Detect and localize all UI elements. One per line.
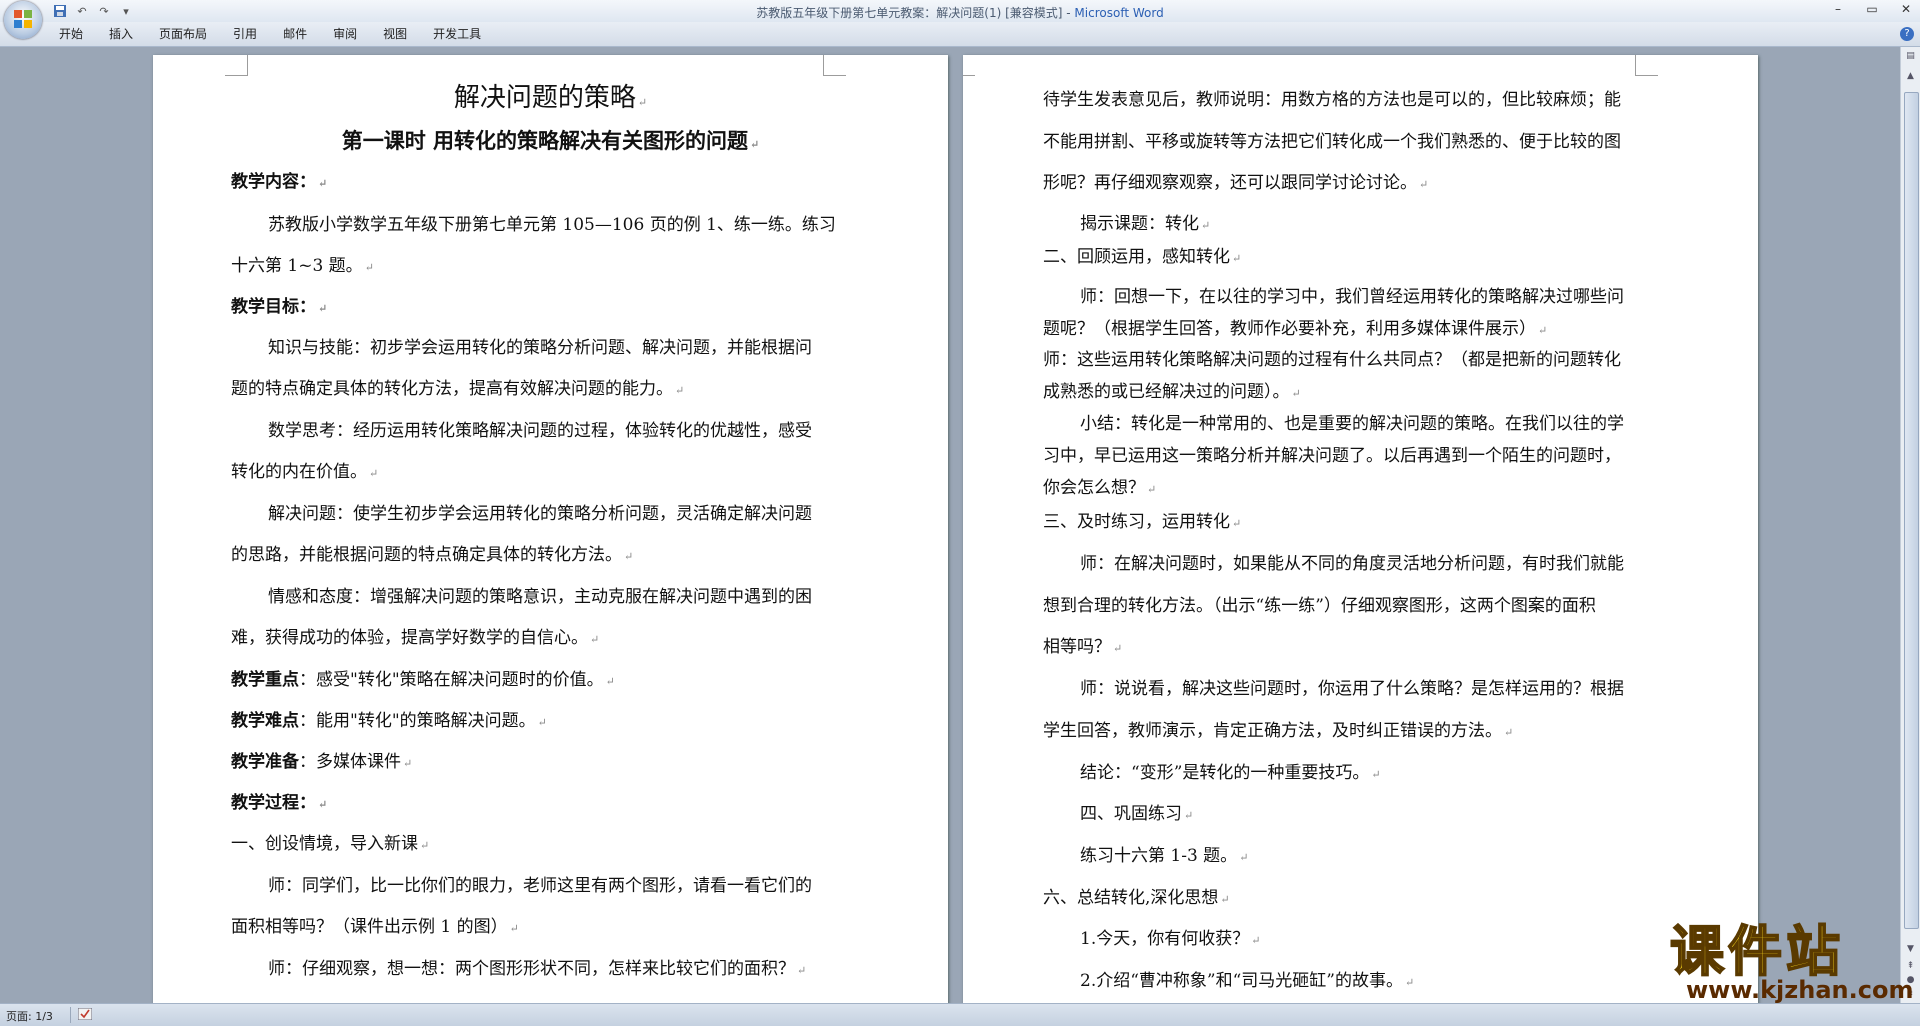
tab-mailings[interactable]: 邮件	[270, 26, 320, 42]
paragraph-line: 不能用拼割、平移或旋转等方法把它们转化成一个我们熟悉的、便于比较的图	[1043, 132, 1621, 152]
paragraph-line: 成熟悉的或已经解决过的问题）。 ↵	[1043, 382, 1301, 402]
watermark-url: www.kjzhan.com	[1686, 976, 1914, 1004]
office-button[interactable]	[4, 1, 42, 39]
vertical-scrollbar[interactable]: ▤ ▲ ▼ ⇞ ● ⇟	[1900, 47, 1920, 1003]
doc-title: 解决问题的策略 ↵	[453, 83, 648, 113]
paragraph-line: 师：说说看，解决这些问题时，你运用了什么策略？是怎样运用的？根据	[1080, 679, 1624, 699]
section-heading: 三、及时练习，运用转化 ↵	[1043, 512, 1242, 532]
section-heading: 一、创设情境，导入新课 ↵	[231, 834, 430, 854]
title-bar: ↶ ↷ ▾ 苏教版五年级下册第七单元教案：解决问题(1) [兼容模式] - Mi…	[0, 0, 1920, 22]
paragraph-line: 苏教版小学数学五年级下册第七单元第 105—106 页的例 1、练一练。练习	[268, 215, 836, 235]
paragraph-line: 小结：转化是一种常用的、也是重要的解决问题的策略。在我们以往的学	[1080, 414, 1624, 434]
tab-page-layout[interactable]: 页面布局	[146, 26, 220, 42]
paragraph-line: 题的特点确定具体的转化方法，提高有效解决问题的能力。 ↵	[231, 379, 685, 399]
paragraph-line: 难，获得成功的体验，提高学好数学的自信心。 ↵	[231, 628, 600, 648]
paragraph-line: 解决问题：使学生初步学会运用转化的策略分析问题，灵活确定解决问题	[268, 504, 812, 524]
paragraph-line: 情感和态度：增强解决问题的策略意识，主动克服在解决问题中遇到的困	[268, 587, 812, 607]
paragraph-line: 2.介绍“曹冲称象”和“司马光砸缸”的故事。 ↵	[1080, 971, 1415, 991]
crop-mark	[823, 55, 846, 76]
paragraph-line: 知识与技能：初步学会运用转化的策略分析问题、解决问题，并能根据问	[268, 338, 812, 358]
paragraph-line: 转化的内在价值。 ↵	[231, 462, 379, 482]
tab-view[interactable]: 视图	[370, 26, 420, 42]
tab-insert[interactable]: 插入	[96, 26, 146, 42]
close-icon[interactable]: ✕	[1898, 2, 1914, 16]
window-controls: – ▭ ✕	[1830, 2, 1914, 16]
paragraph-line: 相等吗？ ↵	[1043, 637, 1123, 657]
tab-developer[interactable]: 开发工具	[420, 26, 494, 42]
paragraph-line: 形呢？再仔细观察观察，还可以跟同学讨论讨论。 ↵	[1043, 173, 1429, 193]
office-logo-icon	[14, 10, 32, 28]
paragraph-line: 待学生发表意见后，教师说明：用数方格的方法也是可以的，但比较麻烦；能	[1043, 90, 1621, 110]
proofing-icon[interactable]	[78, 1008, 92, 1020]
paragraph-line: 数学思考：经历运用转化策略解决问题的过程，体验转化的优越性，感受	[268, 421, 812, 441]
doc-subtitle: 第一课时 用转化的策略解决有关图形的问题 ↵	[341, 128, 760, 153]
watermark-main-text: 课件站	[1669, 920, 1844, 983]
paragraph-line: 题呢？（根据学生回答，教师作必要补充，利用多媒体课件展示） ↵	[1043, 319, 1548, 339]
paragraph-line: 面积相等吗？（课件出示例 1 的图） ↵	[231, 917, 519, 937]
paragraph-line: 师：这些运用转化策略解决问题的过程有什么共同点？（都是把新的问题转化	[1043, 350, 1621, 370]
paragraph-line: 1.今天，你有何收获？ ↵	[1080, 929, 1261, 949]
document-title: 苏教版五年级下册第七单元教案：解决问题(1) [兼容模式] -	[756, 6, 1075, 20]
status-bar: 页面: 1/3	[0, 1003, 1920, 1026]
heading-goals: 教学目标： ↵	[231, 297, 328, 317]
paragraph-line: 你会怎么想？ ↵	[1043, 478, 1157, 498]
crop-mark	[1635, 55, 1658, 76]
crop-mark	[963, 55, 975, 76]
scroll-up-icon[interactable]: ▲	[1903, 69, 1918, 84]
paragraph-line: 师：仔细观察，想一想：两个图形形状不同，怎样来比较它们的面积？ ↵	[268, 959, 807, 979]
ribbon-tab-bar: 开始 插入 页面布局 引用 邮件 审阅 视图 开发工具 ?	[0, 22, 1920, 47]
page-left[interactable]: 解决问题的策略 ↵ 第一课时 用转化的策略解决有关图形的问题 ↵ 教学内容： ↵ 苏教…	[153, 55, 948, 1003]
heading-process: 教学过程： ↵	[231, 793, 328, 813]
section-heading: 四、巩固练习 ↵	[1080, 804, 1194, 824]
paragraph-line: 揭示课题：转化 ↵	[1080, 214, 1211, 234]
paragraph-line: 学生回答，教师演示，肯定正确方法，及时纠正错误的方法。 ↵	[1043, 721, 1514, 741]
page-right[interactable]: 待学生发表意见后，教师说明：用数方格的方法也是可以的，但比较麻烦；能 不能用拼割…	[963, 55, 1758, 1003]
crop-mark	[225, 55, 248, 76]
paragraph-line: 的思路，并能根据问题的特点确定具体的转化方法。 ↵	[231, 545, 634, 565]
paragraph-line: 十六第 1~3 题。 ↵	[231, 256, 374, 276]
document-area: 解决问题的策略 ↵ 第一课时 用转化的策略解决有关图形的问题 ↵ 教学内容： ↵ 苏教…	[0, 47, 1900, 1003]
help-icon[interactable]: ?	[1900, 27, 1914, 41]
window-title: 苏教版五年级下册第七单元教案：解决问题(1) [兼容模式] - Microsof…	[0, 4, 1920, 21]
paragraph-line: 习中，早已运用这一策略分析并解决问题了。以后再遇到一个陌生的问题时，	[1043, 446, 1621, 466]
heading-content: 教学内容： ↵	[231, 172, 328, 192]
tab-references[interactable]: 引用	[220, 26, 270, 42]
maximize-icon[interactable]: ▭	[1864, 2, 1880, 16]
section-heading: 六、总结转化,深化思想 ↵	[1043, 888, 1230, 908]
ruler-toggle-icon[interactable]: ▤	[1903, 49, 1918, 64]
section-heading: 二、回顾运用，感知转化 ↵	[1043, 247, 1242, 267]
paragraph-line: 练习十六第 1-3 题。 ↵	[1080, 846, 1249, 866]
paragraph-line: 想到合理的转化方法。（出示“练一练”）仔细观察图形，这两个图案的面积	[1043, 596, 1596, 616]
status-divider	[70, 1007, 71, 1023]
app-name: Microsoft Word	[1074, 6, 1164, 20]
paragraph-line: 师：在解决问题时，如果能从不同的角度灵活地分析问题，有时我们就能	[1080, 554, 1624, 574]
paragraph-line: 师：回想一下，在以往的学习中，我们曾经运用转化的策略解决过哪些问	[1080, 287, 1624, 307]
tab-review[interactable]: 审阅	[320, 26, 370, 42]
paragraph-line: 师：同学们，比一比你们的眼力，老师这里有两个图形，请看一看它们的	[268, 876, 812, 896]
minimize-icon[interactable]: –	[1830, 2, 1846, 16]
key-point: 教学重点：感受"转化"策略在解决问题时的价值。 ↵	[231, 670, 615, 690]
tab-home[interactable]: 开始	[46, 26, 96, 42]
difficult-point: 教学难点：能用"转化"的策略解决问题。 ↵	[231, 711, 547, 731]
paragraph-line: 结论：“变形”是转化的一种重要技巧。 ↵	[1080, 763, 1381, 783]
preparation: 教学准备：多媒体课件 ↵	[231, 752, 413, 772]
watermark-logo: 课件站 www.kjzhan.com	[1668, 920, 1913, 1005]
ribbon-tabs: 开始 插入 页面布局 引用 邮件 审阅 视图 开发工具	[46, 26, 494, 42]
page-count[interactable]: 页面: 1/3	[6, 1008, 53, 1024]
scroll-thumb[interactable]	[1904, 92, 1919, 929]
